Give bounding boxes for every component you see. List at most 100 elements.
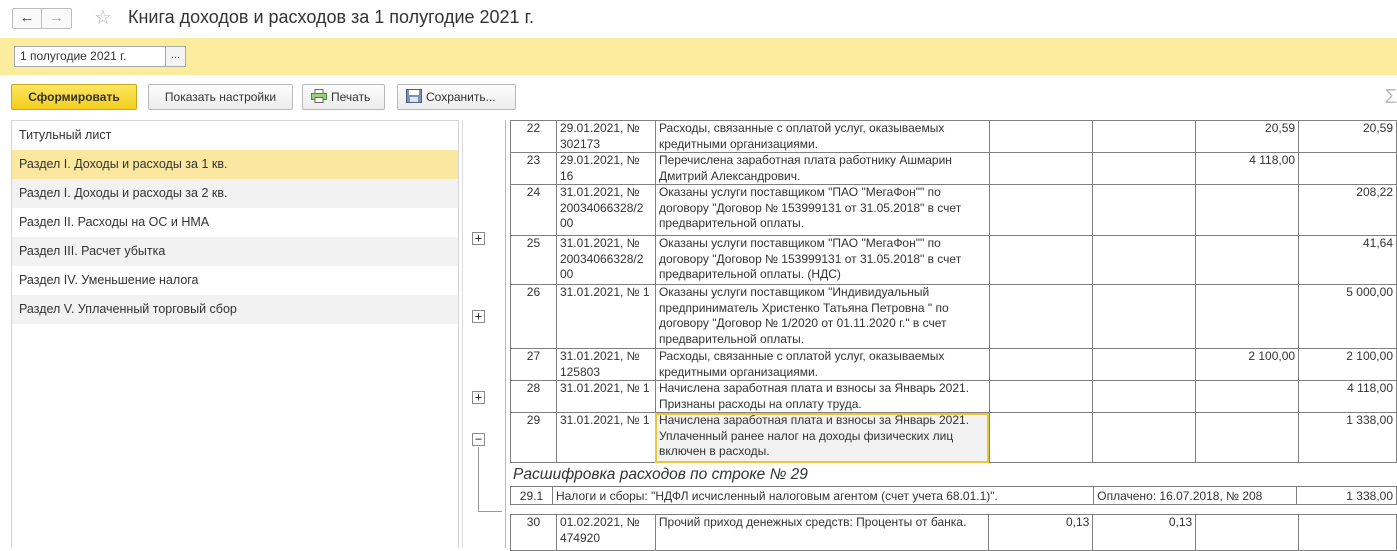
group-bracket-end bbox=[478, 511, 502, 512]
sum-icon[interactable]: Σ bbox=[1385, 86, 1397, 109]
arrow-left-icon: ← bbox=[19, 9, 35, 26]
row-income: 0,13 bbox=[988, 514, 1094, 551]
row-document: 31.01.2021, № 1 bbox=[555, 380, 656, 413]
row-document: 31.01.2021, № 20034066328/2 00 bbox=[555, 235, 656, 285]
period-bar: 1 полугодие 2021 г. ... bbox=[0, 38, 1397, 75]
row-income bbox=[988, 120, 1094, 153]
row-description: Прочий приход денежных средств: Проценты… bbox=[654, 514, 990, 551]
toolbar: Сформировать Показать настройки Печать С… bbox=[0, 82, 1397, 112]
row-income-tax bbox=[1092, 152, 1197, 185]
floppy-disk-icon bbox=[406, 89, 422, 103]
row-expense bbox=[1195, 514, 1300, 551]
section-item-title-page[interactable]: Титульный лист bbox=[12, 121, 458, 150]
period-select-button[interactable]: ... bbox=[166, 46, 186, 67]
table-row[interactable]: 27 31.01.2021, № 125803 Расходы, связанн… bbox=[510, 348, 1397, 381]
row-description: Расходы, связанные с оплатой услуг, оказ… bbox=[654, 120, 990, 153]
row-document: 31.01.2021, № 125803 bbox=[555, 348, 656, 381]
star-icon[interactable]: ☆ bbox=[94, 5, 112, 30]
forward-button[interactable]: → bbox=[42, 8, 72, 29]
row-number: 29 bbox=[510, 412, 557, 463]
table-row[interactable]: 28 31.01.2021, № 1 Начислена заработная … bbox=[510, 380, 1397, 413]
row-expense bbox=[1195, 412, 1300, 463]
row-document: 01.02.2021, № 474920 bbox=[555, 514, 656, 551]
section-item-section5[interactable]: Раздел V. Уплаченный торговый сбор bbox=[12, 295, 458, 324]
decode-number: 29.1 bbox=[510, 486, 553, 505]
row-income bbox=[988, 412, 1094, 463]
row-income-tax bbox=[1092, 184, 1197, 236]
section-item-section1-q2[interactable]: Раздел I. Доходы и расходы за 2 кв. bbox=[12, 179, 458, 208]
row-income bbox=[988, 235, 1094, 285]
title-bar: ← → ☆ Книга доходов и расходов за 1 полу… bbox=[0, 0, 1397, 36]
save-label: Сохранить... bbox=[426, 90, 496, 104]
expand-icon[interactable]: + bbox=[472, 310, 485, 323]
row-income bbox=[988, 152, 1094, 185]
expand-icon[interactable]: + bbox=[472, 232, 485, 245]
row-number: 24 bbox=[510, 184, 557, 236]
row-description: Перечислена заработная плата работнику А… bbox=[654, 152, 990, 185]
row-number: 23 bbox=[510, 152, 557, 185]
row-number: 25 bbox=[510, 235, 557, 285]
table-row[interactable]: 24 31.01.2021, № 20034066328/2 00 Оказан… bbox=[510, 184, 1397, 236]
row-income-tax bbox=[1092, 284, 1197, 349]
row-expense: 4 118,00 bbox=[1195, 152, 1300, 185]
printer-icon bbox=[311, 89, 327, 103]
sections-list: Титульный лист Раздел I. Доходы и расход… bbox=[11, 120, 459, 548]
row-document: 31.01.2021, № 20034066328/2 00 bbox=[555, 184, 656, 236]
arrow-right-icon: → bbox=[49, 9, 64, 26]
row-description: Оказаны услуги поставщиком "Индивидуальн… bbox=[654, 284, 990, 349]
row-expense-tax: 20,59 bbox=[1298, 120, 1397, 153]
section-item-section1-q1[interactable]: Раздел I. Доходы и расходы за 1 кв. bbox=[12, 150, 458, 179]
section-item-section4[interactable]: Раздел IV. Уменьшение налога bbox=[12, 266, 458, 295]
generate-button[interactable]: Сформировать bbox=[11, 84, 137, 110]
row-document: 29.01.2021, № 302173 bbox=[555, 120, 656, 153]
table-row[interactable]: 22 29.01.2021, № 302173 Расходы, связанн… bbox=[510, 120, 1397, 153]
row-expense: 20,59 bbox=[1195, 120, 1300, 153]
row-income-tax bbox=[1092, 380, 1197, 413]
table-row[interactable]: 30 01.02.2021, № 474920 Прочий приход де… bbox=[510, 514, 1397, 551]
back-button[interactable]: ← bbox=[12, 8, 42, 29]
decode-description: Налоги и сборы: "НДФЛ исчисленный налого… bbox=[551, 486, 1095, 505]
table-row[interactable]: 25 31.01.2021, № 20034066328/2 00 Оказан… bbox=[510, 235, 1397, 285]
window-title: Книга доходов и расходов за 1 полугодие … bbox=[128, 7, 534, 27]
row-document: 31.01.2021, № 1 bbox=[555, 412, 656, 463]
table-row[interactable]: 23 29.01.2021, № 16 Перечислена заработн… bbox=[510, 152, 1397, 185]
save-button[interactable]: Сохранить... bbox=[397, 84, 516, 110]
period-input[interactable]: 1 полугодие 2021 г. bbox=[14, 46, 166, 67]
row-income-tax bbox=[1092, 348, 1197, 381]
collapse-icon[interactable]: − bbox=[472, 433, 485, 446]
row-number: 28 bbox=[510, 380, 557, 413]
row-document: 29.01.2021, № 16 bbox=[555, 152, 656, 185]
row-description: Оказаны услуги поставщиком "ПАО "МегаФон… bbox=[654, 235, 990, 285]
row-income bbox=[988, 284, 1094, 349]
row-number: 30 bbox=[510, 514, 557, 551]
group-bracket bbox=[478, 447, 479, 512]
row-description: Оказаны услуги поставщиком "ПАО "МегаФон… bbox=[654, 184, 990, 236]
row-expense-tax: 1 338,00 bbox=[1298, 412, 1397, 463]
row-expense-tax bbox=[1298, 514, 1397, 551]
print-button[interactable]: Печать bbox=[302, 84, 385, 110]
row-expense-tax bbox=[1298, 152, 1397, 185]
show-settings-button[interactable]: Показать настройки bbox=[148, 84, 293, 110]
gutter-divider bbox=[505, 120, 506, 548]
section-item-section2[interactable]: Раздел II. Расходы на ОС и НМА bbox=[12, 208, 458, 237]
row-income-tax: 0,13 bbox=[1092, 514, 1197, 551]
row-income bbox=[988, 348, 1094, 381]
decode-amount: 1 338,00 bbox=[1296, 486, 1397, 505]
row-income bbox=[988, 380, 1094, 413]
row-expense bbox=[1195, 284, 1300, 349]
row-expense bbox=[1195, 235, 1300, 285]
decode-row[interactable]: 29.1 Налоги и сборы: "НДФЛ исчисленный н… bbox=[510, 486, 1397, 505]
section-item-section3[interactable]: Раздел III. Расчет убытка bbox=[12, 237, 458, 266]
selected-cell-description[interactable]: Начислена заработная плата и взносы за Я… bbox=[654, 412, 990, 463]
table-row[interactable]: 29 31.01.2021, № 1 Начислена заработная … bbox=[510, 412, 1397, 463]
row-expense bbox=[1195, 184, 1300, 236]
row-number: 22 bbox=[510, 120, 557, 153]
row-income bbox=[988, 184, 1094, 236]
row-expense: 2 100,00 bbox=[1195, 348, 1300, 381]
table-row[interactable]: 26 31.01.2021, № 1 Оказаны услуги постав… bbox=[510, 284, 1397, 349]
decode-title: Расшифровка расходов по строке № 29 bbox=[513, 466, 808, 483]
row-expense-tax: 41,64 bbox=[1298, 235, 1397, 285]
group-gutter bbox=[462, 120, 504, 548]
row-income-tax bbox=[1092, 120, 1197, 153]
expand-icon[interactable]: + bbox=[472, 391, 485, 404]
